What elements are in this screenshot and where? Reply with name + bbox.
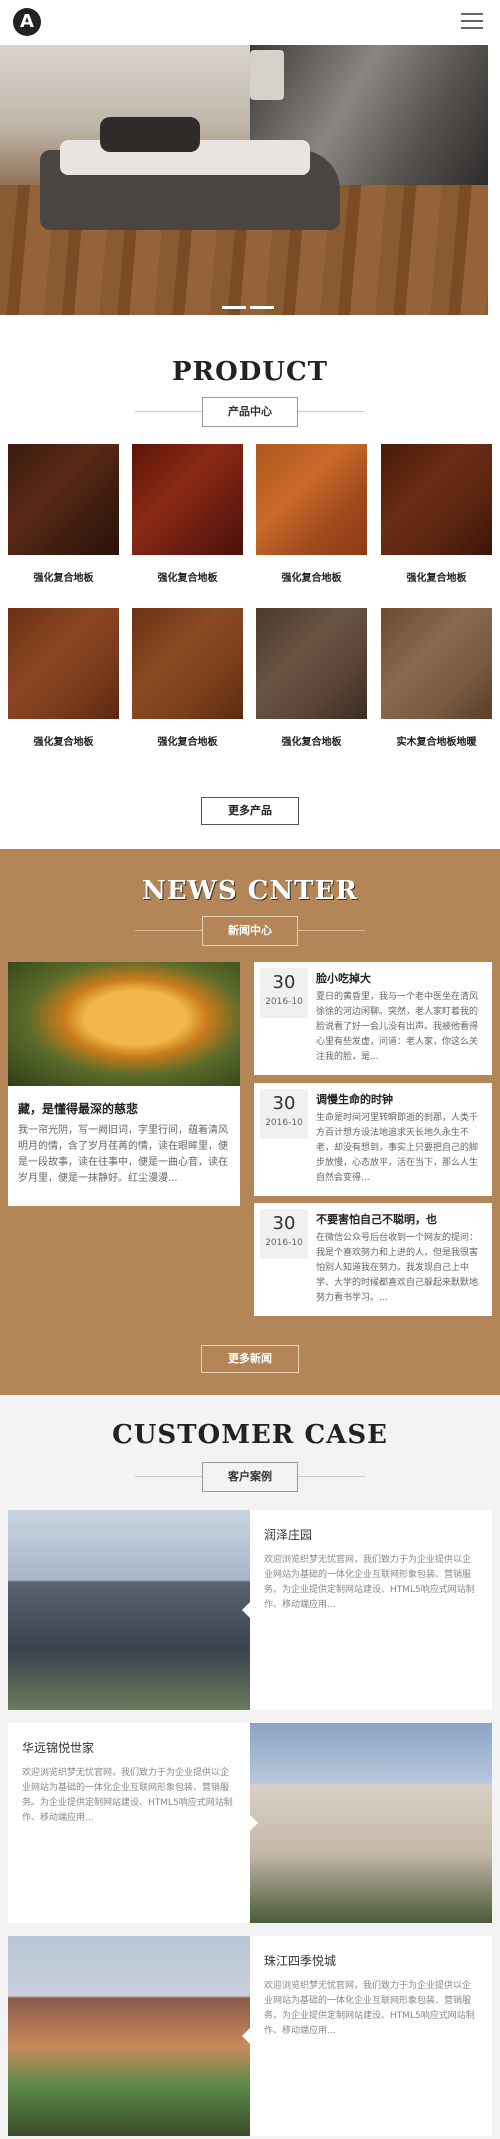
case-image[interactable]: [250, 1723, 492, 1923]
case-description: 欢迎浏览织梦无忧官网，我们致力于为企业提供以企业网站为基础的一体化企业互联网形象…: [264, 1981, 475, 2036]
product-caption[interactable]: 强化复合地板: [132, 569, 243, 584]
more-news-button[interactable]: 更多新闻: [201, 1345, 299, 1373]
news-item-title[interactable]: 调慢生命的时钟: [316, 1091, 486, 1107]
news-list-item[interactable]: 30 2016-10 不要害怕自己不聪明，也 在微信公众号后台收到一个网友的提问…: [254, 1203, 492, 1316]
product-image[interactable]: [256, 608, 367, 719]
product-image[interactable]: [8, 444, 119, 555]
news-item-excerpt: 在微信公众号后台收到一个网友的提问：我是个喜欢努力和上进的人，但是我很害怕别人知…: [316, 1233, 479, 1303]
cases-subtitle: 客户案例: [202, 1462, 298, 1492]
product-image[interactable]: [8, 608, 119, 719]
case-title[interactable]: 华远锦悦世家: [22, 1739, 236, 1756]
banner-pillow: [100, 117, 200, 152]
product-caption[interactable]: 强化复合地板: [256, 569, 367, 584]
carousel-dots[interactable]: [222, 294, 278, 313]
news-subtitle-wrap: 新闻中心: [135, 916, 365, 946]
case-text: 润泽庄园 欢迎浏览织梦无忧官网，我们致力于为企业提供以企业网站为基础的一体化企业…: [250, 1510, 492, 1710]
news-list-item[interactable]: 30 2016-10 调慢生命的时钟 生命是时间河里转瞬即逝的刹那，人类千方百计…: [254, 1083, 492, 1196]
product-image[interactable]: [256, 444, 367, 555]
news-section-title: NEWS CNTER: [142, 876, 358, 906]
product-caption[interactable]: 强化复合地板: [8, 733, 119, 748]
case-arrow: [242, 1602, 250, 1618]
news-item-title[interactable]: 不要害怕自己不聪明，也: [316, 1211, 486, 1227]
case-text: 珠江四季悦城 欢迎浏览织梦无忧官网，我们致力于为企业提供以企业网站为基础的一体化…: [250, 1936, 492, 2136]
news-year-month: 2016-10: [265, 1238, 303, 1248]
cases-section-title: CUSTOMER CASE: [112, 1420, 388, 1450]
product-caption[interactable]: 强化复合地板: [256, 733, 367, 748]
hamburger-menu-icon[interactable]: [461, 13, 483, 29]
news-list-item[interactable]: 30 2016-10 脸小吃掉大 夏日的黄昏里，我与一个老中医坐在清风徐徐的河边…: [254, 962, 492, 1075]
banner-lamp: [250, 50, 284, 100]
news-day: 30: [272, 1213, 296, 1234]
case-description: 欢迎浏览织梦无忧官网，我们致力于为企业提供以企业网站为基础的一体化企业互联网形象…: [264, 1555, 475, 1610]
case-arrow: [250, 1815, 258, 1831]
product-image[interactable]: [132, 608, 243, 719]
news-date: 30 2016-10: [260, 1089, 308, 1139]
case-description: 欢迎浏览织梦无忧官网，我们致力于为企业提供以企业网站为基础的一体化企业互联网形象…: [22, 1768, 233, 1823]
product-section-title: PRODUCT: [171, 357, 329, 387]
news-item-title[interactable]: 脸小吃掉大: [316, 970, 486, 986]
product-caption[interactable]: 强化复合地板: [381, 569, 492, 584]
news-item-excerpt: 夏日的黄昏里，我与一个老中医坐在清风徐徐的河边闲聊。突然，老人家盯着我的脸说看了…: [316, 992, 479, 1062]
case-card[interactable]: 华远锦悦世家 欢迎浏览织梦无忧官网，我们致力于为企业提供以企业网站为基础的一体化…: [8, 1723, 492, 1923]
hero-banner: [0, 45, 488, 315]
product-image[interactable]: [381, 444, 492, 555]
product-card[interactable]: 强化复合地板: [8, 608, 119, 748]
product-card[interactable]: 强化复合地板: [8, 444, 119, 584]
news-item-excerpt: 生命是时间河里转瞬即逝的刹那，人类千方百计想方设法地追求天长地久永生不老，却没有…: [316, 1113, 479, 1183]
product-card[interactable]: 强化复合地板: [381, 444, 492, 584]
news-year-month: 2016-10: [265, 1118, 303, 1128]
more-products-button[interactable]: 更多产品: [201, 797, 299, 825]
carousel-dot[interactable]: [250, 306, 274, 309]
featured-news-title[interactable]: 藏，是懂得最深的慈悲: [8, 1086, 240, 1123]
case-title[interactable]: 润泽庄园: [264, 1526, 478, 1543]
cases-subtitle-wrap: 客户案例: [135, 1462, 365, 1492]
case-card[interactable]: 珠江四季悦城 欢迎浏览织梦无忧官网，我们致力于为企业提供以企业网站为基础的一体化…: [8, 1936, 492, 2136]
case-image[interactable]: [8, 1510, 250, 1710]
featured-news-image[interactable]: [8, 962, 240, 1086]
featured-news-excerpt: 我一帘光阴，写一阙旧词，字里行间，蕴着清风明月的情，含了岁月荏苒的情，读在眼眸里…: [18, 1125, 228, 1184]
featured-news-card[interactable]: 藏，是懂得最深的慈悲 我一帘光阴，写一阙旧词，字里行间，蕴着清风明月的情，含了岁…: [8, 962, 240, 1206]
site-header: A: [0, 0, 500, 45]
product-image[interactable]: [132, 444, 243, 555]
product-card[interactable]: 强化复合地板: [256, 608, 367, 748]
product-caption[interactable]: 实木复合地板地暖: [381, 733, 492, 748]
case-title[interactable]: 珠江四季悦城: [264, 1952, 478, 1969]
case-text: 华远锦悦世家 欢迎浏览织梦无忧官网，我们致力于为企业提供以企业网站为基础的一体化…: [8, 1723, 250, 1923]
product-caption[interactable]: 强化复合地板: [8, 569, 119, 584]
product-card[interactable]: 强化复合地板: [132, 608, 243, 748]
product-card[interactable]: 强化复合地板: [256, 444, 367, 584]
product-image[interactable]: [381, 608, 492, 719]
news-subtitle: 新闻中心: [202, 916, 298, 946]
news-date: 30 2016-10: [260, 968, 308, 1018]
product-card[interactable]: 强化复合地板: [132, 444, 243, 584]
news-day: 30: [272, 972, 296, 993]
case-card[interactable]: 润泽庄园 欢迎浏览织梦无忧官网，我们致力于为企业提供以企业网站为基础的一体化企业…: [8, 1510, 492, 1710]
product-caption[interactable]: 强化复合地板: [132, 733, 243, 748]
product-card[interactable]: 实木复合地板地暖: [381, 608, 492, 748]
news-year-month: 2016-10: [265, 997, 303, 1007]
case-arrow: [242, 2028, 250, 2044]
case-image[interactable]: [8, 1936, 250, 2136]
logo[interactable]: A: [13, 8, 41, 36]
product-subtitle: 产品中心: [202, 397, 298, 427]
carousel-dot[interactable]: [222, 306, 246, 309]
news-day: 30: [272, 1093, 296, 1114]
news-date: 30 2016-10: [260, 1209, 308, 1259]
product-subtitle-wrap: 产品中心: [135, 397, 365, 427]
